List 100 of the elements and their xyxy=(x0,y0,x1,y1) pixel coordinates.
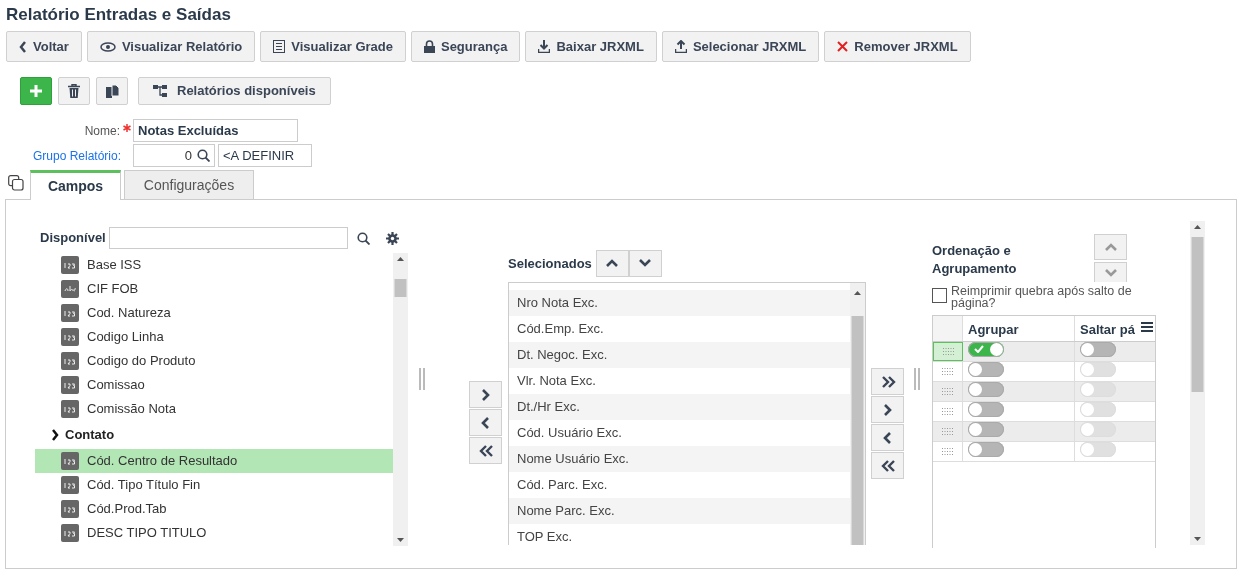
number-type-icon xyxy=(61,476,79,494)
number-type-icon xyxy=(61,524,79,542)
text-type-icon xyxy=(61,280,79,298)
toggle-switch[interactable] xyxy=(968,362,1004,377)
copy-icon xyxy=(8,175,24,191)
toolbar-button[interactable]: Visualizar Relatório xyxy=(86,31,256,62)
search-field[interactable] xyxy=(108,227,348,249)
field-item[interactable]: DESC TIPO TITULO xyxy=(35,521,393,545)
move-button[interactable] xyxy=(469,437,502,464)
page-title: Relatório Entradas e Saídas xyxy=(6,4,232,26)
group-code-field[interactable]: 0 xyxy=(133,144,215,167)
list-item[interactable]: Dt./Hr Exc. xyxy=(509,394,850,420)
toggle-switch[interactable] xyxy=(968,442,1004,457)
number-type-icon xyxy=(61,400,79,418)
chevron-up-icon xyxy=(605,258,620,268)
field-label: Nome: xyxy=(84,122,120,140)
move-down-button[interactable] xyxy=(628,249,662,277)
field-item[interactable]: Base ISS xyxy=(35,253,393,277)
grip-icon xyxy=(942,408,953,415)
double-chevron-right-icon xyxy=(879,374,896,389)
toggle-switch[interactable] xyxy=(968,422,1004,437)
toolbar-button[interactable]: Selecionar JRXML xyxy=(661,31,820,62)
number-type-icon xyxy=(61,500,79,518)
move-up-button[interactable] xyxy=(595,249,629,277)
toolbar-button[interactable]: Baixar JRXML xyxy=(525,31,657,62)
field-item[interactable]: Comissao xyxy=(35,373,393,397)
splitter-handle xyxy=(914,368,920,390)
field-item[interactable]: Cód. Centro de Resultado xyxy=(35,449,393,473)
ordering-title: Ordenação e Agrupamento xyxy=(932,242,1018,278)
upload-icon xyxy=(674,40,687,53)
number-type-icon xyxy=(61,352,79,370)
move-button[interactable] xyxy=(871,452,904,479)
plus-icon xyxy=(29,84,43,98)
menu-icon xyxy=(1141,322,1153,332)
toggle-switch[interactable] xyxy=(1080,342,1116,357)
number-type-icon xyxy=(61,376,79,394)
available-label: Disponível xyxy=(40,229,106,248)
chevron-up-icon xyxy=(1103,242,1118,252)
list-icon xyxy=(273,40,286,53)
splitter-handle xyxy=(419,368,425,390)
toolbar-button[interactable]: Voltar xyxy=(6,31,82,62)
drag-handle[interactable] xyxy=(933,342,963,361)
grip-icon xyxy=(942,388,953,395)
move-button[interactable] xyxy=(469,381,502,408)
move-button[interactable] xyxy=(871,368,904,395)
chevron-down-icon xyxy=(1103,267,1118,278)
check-icon xyxy=(974,345,984,353)
move-button[interactable] xyxy=(871,396,904,423)
toggle-switch[interactable] xyxy=(968,342,1004,357)
grip-icon xyxy=(942,448,953,455)
toggle-switch[interactable] xyxy=(968,382,1004,397)
list-item[interactable]: Nro Nota Exc. xyxy=(509,290,850,316)
grip-icon xyxy=(942,348,954,355)
checkbox[interactable] xyxy=(932,288,947,303)
list-item[interactable]: Nome Usuário Exc. xyxy=(509,446,850,472)
copy-button[interactable] xyxy=(96,77,128,105)
name-field[interactable]: Notas Excluídas xyxy=(133,119,298,142)
toolbar-button[interactable]: Visualizar Grade xyxy=(260,31,406,62)
field-item[interactable]: Cod. Natureza xyxy=(35,301,393,325)
number-type-icon xyxy=(61,328,79,346)
selected-label: Selecionados xyxy=(508,254,592,273)
field-item[interactable]: Comissão Nota xyxy=(35,397,393,421)
toolbar-button[interactable]: Remover JRXML xyxy=(824,31,971,62)
field-item[interactable]: CIF FOB xyxy=(35,277,393,301)
hierarchy-icon xyxy=(153,85,168,97)
reports-button[interactable]: Relatórios disponíveis xyxy=(138,77,331,105)
checkbox-label: Reimprimir quebra após salto de página? xyxy=(951,285,1133,309)
column-header[interactable]: Agrupar xyxy=(963,316,1075,341)
field-item[interactable]: Codigo Linha xyxy=(35,325,393,349)
column-header[interactable]: Saltar pá xyxy=(1075,316,1141,341)
number-type-icon xyxy=(61,452,79,470)
field-item[interactable]: Cód.Prod.Tab xyxy=(35,497,393,521)
toolbar-button[interactable]: Segurança xyxy=(410,31,521,62)
grip-icon xyxy=(942,368,953,375)
add-button[interactable] xyxy=(20,77,52,105)
eye-icon xyxy=(99,41,116,52)
lock-icon xyxy=(423,40,435,53)
field-item[interactable]: Cód. Tipo Título Fin xyxy=(35,473,393,497)
field-item[interactable]: Codigo do Produto xyxy=(35,349,393,373)
list-item[interactable]: Dt. Negoc. Exc. xyxy=(509,342,850,368)
download-icon xyxy=(538,40,551,53)
move-button[interactable] xyxy=(469,409,502,436)
delete-button[interactable] xyxy=(58,77,90,105)
search-icon xyxy=(197,149,210,162)
grip-icon xyxy=(942,428,953,435)
search-icon xyxy=(356,231,370,245)
list-item[interactable]: Nome Parc. Exc. xyxy=(509,498,850,524)
group-link[interactable]: Grupo Relatório: xyxy=(0,146,130,165)
close-icon xyxy=(837,41,849,52)
tree-group[interactable]: Contato xyxy=(35,421,393,449)
number-type-icon xyxy=(61,256,79,274)
move-button[interactable] xyxy=(871,424,904,451)
chevron-down-icon xyxy=(638,258,653,268)
number-type-icon xyxy=(61,304,79,322)
group-description-field: <A DEFINIR xyxy=(218,144,312,167)
tab[interactable]: Configurações xyxy=(124,170,254,199)
chevron-left-icon xyxy=(19,40,27,53)
tab[interactable]: Campos xyxy=(30,170,121,200)
toggle-switch[interactable] xyxy=(968,402,1004,417)
copy-icon xyxy=(105,84,119,98)
